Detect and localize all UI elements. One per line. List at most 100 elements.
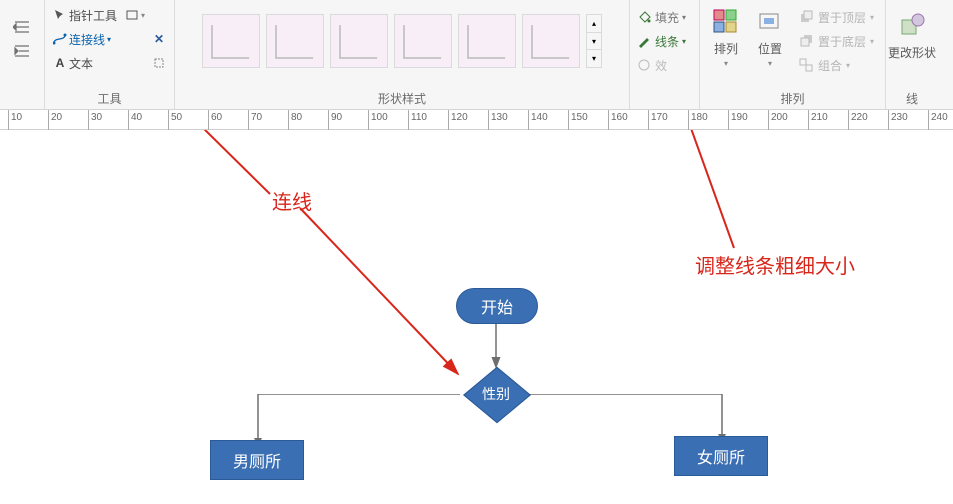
ruler-tick-label: 200 — [771, 112, 788, 123]
arrange-button-label: 排列 — [714, 40, 738, 57]
ruler-tick-label: 180 — [691, 112, 708, 123]
style-swatch[interactable] — [458, 14, 516, 68]
fill-button[interactable]: 填充 ▾ — [636, 6, 693, 28]
gallery-more-icon[interactable]: ▾ — [587, 50, 601, 67]
dropdown-icon: ▾ — [846, 61, 850, 70]
crop-tool-button[interactable] — [150, 55, 168, 71]
ruler-tick-label: 100 — [371, 112, 388, 123]
connector-icon — [53, 32, 67, 46]
group-label: 组合 — [818, 57, 842, 74]
change-shape-button[interactable]: 更改形状 — [888, 4, 936, 61]
scroll-up-icon[interactable]: ▴ — [587, 15, 601, 33]
dropdown-icon: ▾ — [682, 13, 686, 22]
style-swatch[interactable] — [394, 14, 452, 68]
style-gallery: ▴ ▾ ▾ — [202, 4, 602, 68]
connector-tool-button[interactable]: 连接线 ▾ — [51, 30, 113, 49]
dropdown-icon: ▾ — [870, 13, 874, 22]
flowchart-male-node[interactable]: 男厕所 — [210, 440, 304, 480]
scroll-down-icon[interactable]: ▾ — [587, 33, 601, 51]
flowchart-female-label: 女厕所 — [697, 444, 745, 468]
ruler-tick-label: 150 — [571, 112, 588, 123]
ruler-tick-label: 10 — [11, 112, 22, 123]
connector-tool-label: 连接线 — [69, 31, 105, 48]
fill-line-group: 填充 ▾ 线条 ▾ 效 — [630, 0, 700, 109]
ruler-tick: 30 — [88, 110, 89, 130]
dropdown-icon: ▾ — [724, 59, 728, 68]
ruler-tick: 150 — [568, 110, 569, 130]
ruler-tick-label: 220 — [851, 112, 868, 123]
flowchart-start-node[interactable]: 开始 — [456, 288, 538, 324]
indent-decrease-button[interactable] — [11, 18, 33, 36]
flowchart-decision-label: 性别 — [482, 384, 510, 404]
ruler-tick: 230 — [888, 110, 889, 130]
ruler-tick-label: 40 — [131, 112, 142, 123]
arrange-group: 排列 ▾ 位置 ▾ 置于顶层 ▾ — [700, 0, 886, 109]
annotation-connect: 连线 — [272, 186, 312, 215]
ruler-tick-label: 170 — [651, 112, 668, 123]
shape-styles-group-label: 形状样式 — [378, 88, 426, 107]
delete-tool-button[interactable]: ✕ — [150, 31, 168, 47]
group-button: 组合 ▾ — [798, 54, 874, 76]
indent-increase-button[interactable] — [11, 42, 33, 60]
effect-button[interactable]: 效 — [636, 54, 693, 76]
style-swatch[interactable] — [330, 14, 388, 68]
arrange-group-label: 排列 — [780, 88, 804, 107]
rectangle-tool-button[interactable]: ▾ — [123, 7, 147, 23]
send-back-button: 置于底层 ▾ — [798, 30, 874, 52]
dropdown-icon: ▾ — [768, 59, 772, 68]
ruler-tick: 100 — [368, 110, 369, 130]
ruler-tick-label: 230 — [891, 112, 908, 123]
ruler-tick-label: 160 — [611, 112, 628, 123]
style-swatch[interactable] — [202, 14, 260, 68]
position-button-label: 位置 — [758, 40, 782, 57]
ruler-tick-label: 130 — [491, 112, 508, 123]
change-shape-label: 更改形状 — [888, 44, 936, 61]
bring-front-label: 置于顶层 — [818, 9, 866, 26]
text-a-icon: A — [53, 56, 67, 70]
ruler-tick-label: 20 — [51, 112, 62, 123]
ruler-tick-label: 90 — [331, 112, 342, 123]
line-label: 线条 — [655, 33, 679, 50]
style-swatch[interactable] — [266, 14, 324, 68]
ruler-tick-label: 80 — [291, 112, 302, 123]
line-button[interactable]: 线条 ▾ — [636, 30, 693, 52]
gallery-scroll[interactable]: ▴ ▾ ▾ — [586, 14, 602, 68]
ruler-tick: 70 — [248, 110, 249, 130]
pen-icon — [636, 33, 652, 49]
drawing-canvas[interactable]: 连线 调整线条粗细大小 开始 性别 男厕所 — [0, 130, 953, 504]
shape-styles-group: ▴ ▾ ▾ 形状样式 — [175, 0, 630, 109]
ruler-tick: 190 — [728, 110, 729, 130]
position-button[interactable]: 位置 ▾ — [750, 6, 790, 76]
ruler-tick: 80 — [288, 110, 289, 130]
pointer-icon — [53, 8, 67, 22]
ruler-tick: 170 — [648, 110, 649, 130]
ruler-tick: 10 — [8, 110, 9, 130]
horizontal-ruler: 1020304050607080901001101201301401501601… — [0, 110, 953, 130]
text-tool-label: 文本 — [69, 55, 93, 72]
ruler-tick-label: 110 — [411, 112, 427, 123]
flowchart-decision-node[interactable]: 性别 — [460, 370, 532, 418]
dropdown-icon: ▾ — [141, 11, 145, 20]
flowchart-start-label: 开始 — [481, 294, 513, 318]
change-shape-icon — [896, 10, 928, 42]
close-x-icon: ✕ — [152, 32, 166, 46]
ruler-tick: 160 — [608, 110, 609, 130]
ruler-tick-label: 60 — [211, 112, 222, 123]
ruler-tick-label: 210 — [811, 112, 828, 123]
send-back-label: 置于底层 — [818, 33, 866, 50]
rectangle-icon — [125, 8, 139, 22]
ruler-tick-label: 120 — [451, 112, 468, 123]
ruler-tick: 60 — [208, 110, 209, 130]
bring-front-icon — [798, 9, 814, 25]
bring-front-button: 置于顶层 ▾ — [798, 6, 874, 28]
style-swatch[interactable] — [522, 14, 580, 68]
dropdown-icon: ▾ — [107, 35, 111, 44]
arrange-button[interactable]: 排列 ▾ — [706, 6, 746, 76]
ruler-tick-label: 190 — [731, 112, 748, 123]
effect-label: 效 — [655, 57, 667, 74]
pointer-tool-button[interactable]: 指针工具 — [51, 6, 119, 25]
ruler-tick: 120 — [448, 110, 449, 130]
text-tool-button[interactable]: A 文本 — [51, 54, 95, 73]
flowchart-female-node[interactable]: 女厕所 — [674, 436, 768, 476]
position-icon — [754, 6, 786, 38]
